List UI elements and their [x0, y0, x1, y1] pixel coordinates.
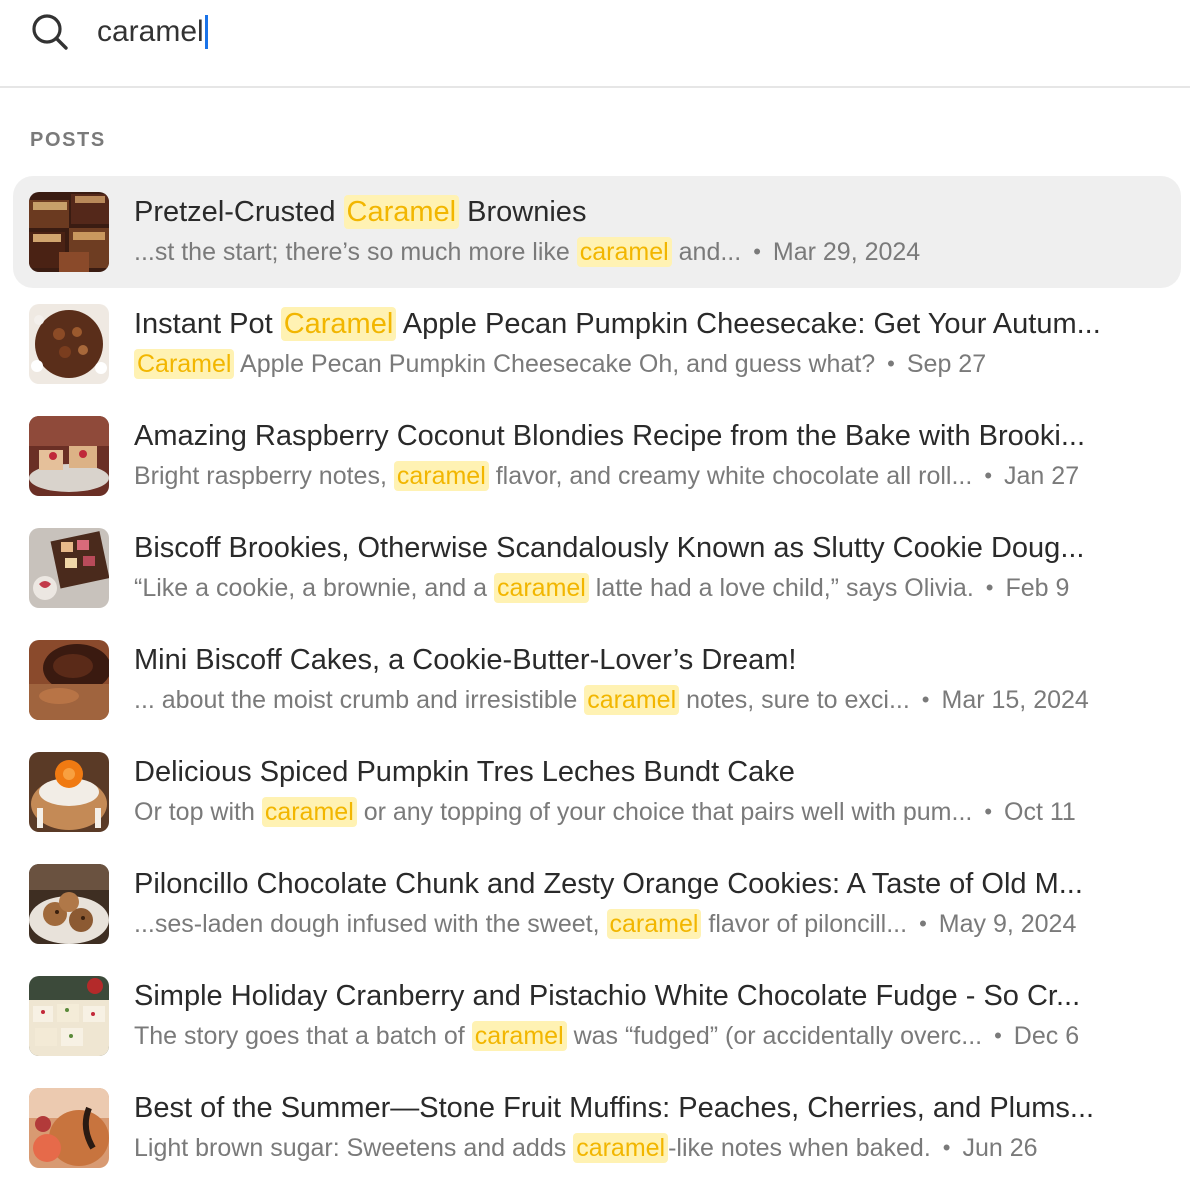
result-row[interactable]: Delicious Spiced Pumpkin Tres Leches Bun… — [13, 736, 1181, 848]
post-title: Simple Holiday Cranberry and Pistachio W… — [134, 980, 1081, 1012]
post-date: Jun 26 — [962, 1134, 1038, 1162]
snippet-match-highlight: caramel — [584, 685, 680, 715]
post-title: Biscoff Brookies, Otherwise Scandalously… — [134, 532, 1085, 564]
snippet-match-highlight: caramel — [576, 237, 672, 267]
snippet-match-highlight: caramel — [261, 797, 357, 827]
result-row[interactable]: Biscoff Brookies, Otherwise Scandalously… — [13, 512, 1181, 624]
post-snippet: “Like a cookie, a brownie, and a caramel… — [134, 570, 1174, 606]
post-snippet: ...st the start; there’s so much more li… — [134, 234, 1174, 270]
post-date: Mar 15, 2024 — [941, 686, 1089, 714]
post-title: Mini Biscoff Cakes, a Cookie-Butter-Love… — [134, 644, 797, 676]
post-snippet: Caramel Apple Pecan Pumpkin Cheesecake O… — [134, 346, 1174, 382]
post-thumbnail — [29, 304, 109, 384]
search-bar: caramel — [0, 0, 1190, 88]
section-label-posts: POSTS — [30, 129, 106, 151]
post-title: Best of the Summer—Stone Fruit Muffins: … — [134, 1092, 1095, 1124]
snippet-match-highlight: caramel — [393, 461, 489, 491]
post-date: Oct 11 — [1004, 798, 1076, 826]
post-date: Mar 29, 2024 — [772, 238, 921, 266]
snippet-match-highlight: Caramel — [134, 349, 235, 379]
post-date: May 9, 2024 — [938, 910, 1077, 938]
post-thumbnail — [29, 752, 109, 832]
post-title: Instant Pot Caramel Apple Pecan Pumpkin … — [134, 307, 1101, 341]
post-date: Sep 27 — [906, 350, 987, 378]
post-title: Pretzel-Crusted Caramel Brownies — [134, 195, 587, 229]
result-row[interactable]: Amazing Raspberry Coconut Blondies Recip… — [13, 400, 1181, 512]
result-row[interactable]: Best of the Summer—Stone Fruit Muffins: … — [13, 1072, 1181, 1184]
post-title: Delicious Spiced Pumpkin Tres Leches Bun… — [134, 756, 795, 788]
post-thumbnail — [29, 640, 109, 720]
post-snippet: ... about the moist crumb and irresistib… — [134, 682, 1174, 718]
result-row[interactable]: Instant Pot Caramel Apple Pecan Pumpkin … — [13, 288, 1181, 400]
snippet-match-highlight: caramel — [573, 1133, 669, 1163]
snippet-match-highlight: caramel — [471, 1021, 567, 1051]
post-date: Feb 9 — [1005, 574, 1070, 602]
result-row[interactable]: Pretzel-Crusted Caramel Brownies ...st t… — [13, 176, 1181, 288]
search-icon[interactable] — [30, 12, 70, 52]
post-title: Amazing Raspberry Coconut Blondies Recip… — [134, 420, 1085, 452]
post-thumbnail — [29, 1088, 109, 1168]
post-thumbnail — [29, 416, 109, 496]
result-row[interactable]: Piloncillo Chocolate Chunk and Zesty Ora… — [13, 848, 1181, 960]
post-thumbnail — [29, 864, 109, 944]
post-title: Piloncillo Chocolate Chunk and Zesty Ora… — [134, 868, 1083, 900]
search-input[interactable]: caramel — [97, 12, 204, 52]
post-thumbnail — [29, 192, 109, 272]
result-row[interactable]: Simple Holiday Cranberry and Pistachio W… — [13, 960, 1181, 1072]
post-date: Dec 6 — [1013, 1022, 1080, 1050]
post-date: Jan 27 — [1004, 462, 1080, 490]
title-match-highlight: Caramel — [280, 307, 397, 341]
post-snippet: Light brown sugar: Sweetens and adds car… — [134, 1130, 1174, 1166]
result-row[interactable]: Mini Biscoff Cakes, a Cookie-Butter-Love… — [13, 624, 1181, 736]
snippet-match-highlight: caramel — [606, 909, 702, 939]
post-thumbnail — [29, 976, 109, 1056]
post-snippet: Bright raspberry notes, caramel flavor, … — [134, 458, 1174, 494]
text-caret — [204, 15, 208, 49]
post-snippet: The story goes that a batch of caramel w… — [134, 1018, 1174, 1054]
post-snippet: Or top with caramel or any topping of yo… — [134, 794, 1174, 830]
snippet-match-highlight: caramel — [493, 573, 589, 603]
results-list: Pretzel-Crusted Caramel Brownies ...st t… — [13, 176, 1181, 1184]
title-match-highlight: Caramel — [343, 195, 460, 229]
post-thumbnail — [29, 528, 109, 608]
search-field[interactable]: caramel — [97, 10, 208, 54]
post-snippet: ...ses-laden dough infused with the swee… — [134, 906, 1174, 942]
